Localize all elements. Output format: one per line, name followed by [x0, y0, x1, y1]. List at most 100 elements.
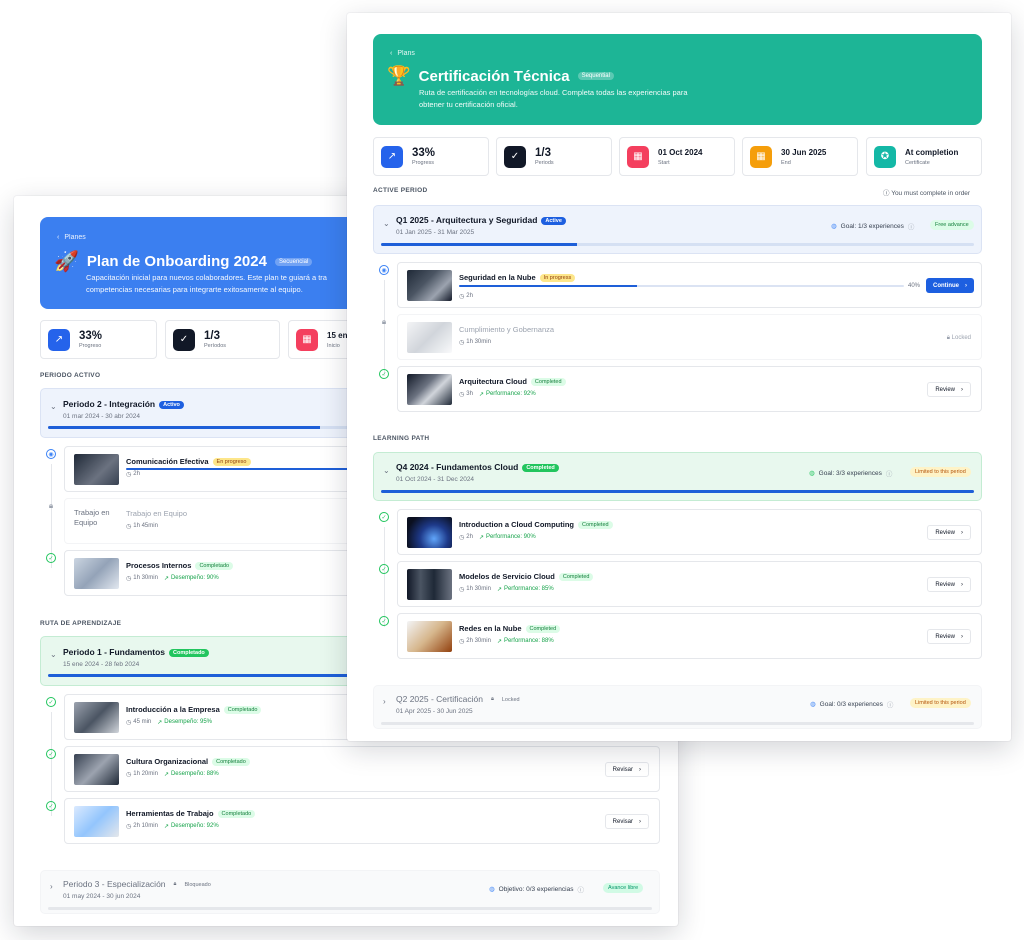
locked-text: Locked: [951, 335, 971, 341]
chevron-right-icon: ›: [383, 697, 386, 706]
clock-icon: ◷: [459, 587, 465, 593]
review-button[interactable]: Review ›: [927, 382, 971, 397]
order-hint-text: You must complete in order: [891, 190, 971, 197]
experience-item[interactable]: Seguridad en la Nube In progress ◷ 2h 40% …: [397, 262, 982, 308]
active-period-header[interactable]: ⌄ Q1 2025 - Arquitectura y Seguridad Acti…: [373, 205, 982, 254]
learning-path-heading: LEARNING PATH: [373, 435, 430, 442]
button-label: Review: [935, 633, 955, 640]
experience-title: Introducción a la Empresa Completado: [126, 705, 262, 715]
active-period-heading: ACTIVE PERIOD: [373, 187, 428, 194]
locked-period-header[interactable]: › Periodo 3 - Especialización 🔒︎ Bloqueado…: [40, 870, 660, 914]
stat-periods: ✓ 1/3 Períodos: [165, 320, 280, 359]
period-title: Periodo 2 - Integración Activo: [63, 399, 184, 409]
period-goal: ◍ Goal: 0/3 experiences ⓘ: [810, 699, 894, 710]
review-button[interactable]: Review ›: [927, 525, 971, 540]
experience-title: Seguridad en la Nube In progress: [459, 273, 576, 283]
clock-icon: ◷: [459, 639, 465, 645]
status-badge: Completed: [558, 573, 594, 582]
info-icon: ⓘ: [577, 887, 584, 894]
completed-step-icon: ✓: [46, 553, 56, 563]
period-title: Q4 2024 - Fundamentos Cloud Completed: [396, 462, 559, 472]
status-badge: Completado: [195, 562, 234, 571]
period-dates: 01 mar 2024 - 30 abr 2024: [63, 413, 140, 420]
duration: 2h 10min: [133, 823, 158, 829]
lock-icon: 🔒︎: [173, 881, 177, 888]
review-button[interactable]: Revisar ›: [604, 762, 649, 777]
review-button[interactable]: Review ›: [927, 577, 971, 592]
chevron-right-icon: ›: [961, 386, 963, 393]
experience-meta: ◷ 1h 45min: [126, 523, 158, 530]
completed-step-icon: ✓: [46, 749, 56, 759]
status-badge: Completado: [223, 706, 262, 715]
stat-end: ▦ 30 Jun 2025 End: [742, 137, 858, 176]
experience-item[interactable]: Redes en la Nube Completed ◷ 2h 30min ↗ Perf…: [397, 613, 982, 659]
continue-button[interactable]: Continue ›: [926, 278, 974, 293]
performance: Desempeño: 92%: [170, 823, 219, 829]
duration: 45 min: [133, 719, 152, 725]
stat-value: 1/3: [535, 146, 551, 159]
experience-meta: ◷ 1h 30min ↗ Performance: 85%: [459, 586, 554, 593]
info-icon: ⓘ: [886, 702, 894, 709]
experience-thumbnail: [407, 374, 452, 405]
experience-item[interactable]: Herramientas de Trabajo Completado ◷ 2h 10…: [64, 798, 660, 844]
locked-label: 🔒︎ Locked: [947, 335, 971, 342]
review-button[interactable]: Revisar ›: [604, 814, 649, 829]
stat-value: 30 Jun 2025: [781, 147, 827, 157]
trend-icon: ↗: [496, 639, 502, 645]
experience-thumbnail: [74, 454, 119, 485]
experience-item[interactable]: Cultura Organizacional Completado ◷ 1h 20m…: [64, 746, 660, 792]
plan-hero: ‹ Plans 🏆 Certificación Técnica Sequenti…: [373, 34, 982, 125]
performance: Performance: 88%: [503, 638, 554, 644]
performance: Performance: 90%: [485, 534, 536, 540]
timeline-line: [384, 527, 385, 627]
experience-title: Cultura Organizacional Completado: [126, 757, 250, 767]
trend-up-icon: ↗: [48, 328, 70, 351]
back-to-plans-link[interactable]: ‹ Plans: [390, 50, 415, 57]
experience-title-text: Redes en la Nube: [459, 624, 522, 633]
experience-title: Herramientas de Trabajo Completado: [126, 809, 256, 819]
clock-icon: ◷: [126, 772, 132, 778]
experience-title: Introduction a Cloud Computing Completed: [459, 520, 613, 530]
completed-period-header[interactable]: ⌄ Q4 2024 - Fundamentos Cloud Completed 0…: [373, 452, 982, 501]
completed-step-icon: ✓: [46, 801, 56, 811]
performance: Performance: 92%: [485, 391, 536, 397]
desc-line: Capacitación inicial para nuevos colabor…: [86, 273, 327, 282]
experience-thumbnail: [407, 322, 452, 353]
duration: 1h 30min: [466, 339, 491, 345]
completed-step-icon: ✓: [46, 697, 56, 707]
chevron-down-icon: ⌄: [50, 650, 57, 659]
experience-item[interactable]: Introduction a Cloud Computing Completed …: [397, 509, 982, 555]
period-dates: 01 Oct 2024 - 31 Dec 2024: [396, 476, 475, 483]
chevron-right-icon: ›: [961, 529, 963, 536]
trend-icon: ↗: [478, 535, 484, 541]
chevron-right-icon: ›: [961, 633, 963, 640]
stat-label: Periods: [535, 159, 554, 166]
chevron-right-icon: ›: [965, 282, 967, 289]
experience-meta: ◷ 2h: [459, 293, 473, 300]
experience-title: Procesos Internos Completado: [126, 561, 234, 571]
experience-meta: ◷ 1h 20min ↗ Desempeño: 88%: [126, 771, 219, 778]
duration: 2h 30min: [466, 638, 491, 644]
lock-icon: 🔒︎: [490, 696, 494, 703]
stat-value: 01 Oct 2024: [658, 147, 703, 157]
period-title-text: Periodo 1 - Fundamentos: [63, 647, 166, 657]
stat-value: 1/3: [204, 329, 220, 342]
clock-icon: ◷: [459, 535, 465, 541]
period-progress-fill: [381, 243, 577, 246]
experience-item[interactable]: Modelos de Servicio Cloud Completed ◷ 1h 3…: [397, 561, 982, 607]
experience-thumbnail: [74, 702, 119, 733]
chevron-left-icon: ‹: [390, 50, 393, 57]
review-button[interactable]: Review ›: [927, 629, 971, 644]
clock-icon: ◷: [126, 824, 132, 830]
period-title-text: Q4 2024 - Fundamentos Cloud: [396, 462, 519, 472]
back-to-plans-link[interactable]: ‹ Planes: [57, 234, 86, 241]
trend-icon: ↗: [163, 824, 169, 830]
period-progress-bar: [381, 490, 974, 493]
experience-title-text: Cultura Organizacional: [126, 757, 209, 766]
clock-icon: ◷: [126, 524, 132, 530]
experience-item[interactable]: Arquitectura Cloud Completed ◷ 3h ↗ Performa…: [397, 366, 982, 412]
locked-period-header[interactable]: › Q2 2025 - Certificación 🔒︎ Locked 01 Apr…: [373, 685, 982, 729]
period-dates: 01 Jan 2025 - 31 Mar 2025: [396, 229, 475, 236]
status-badge: En progreso: [212, 458, 251, 467]
status-badge: Completed: [530, 378, 566, 387]
